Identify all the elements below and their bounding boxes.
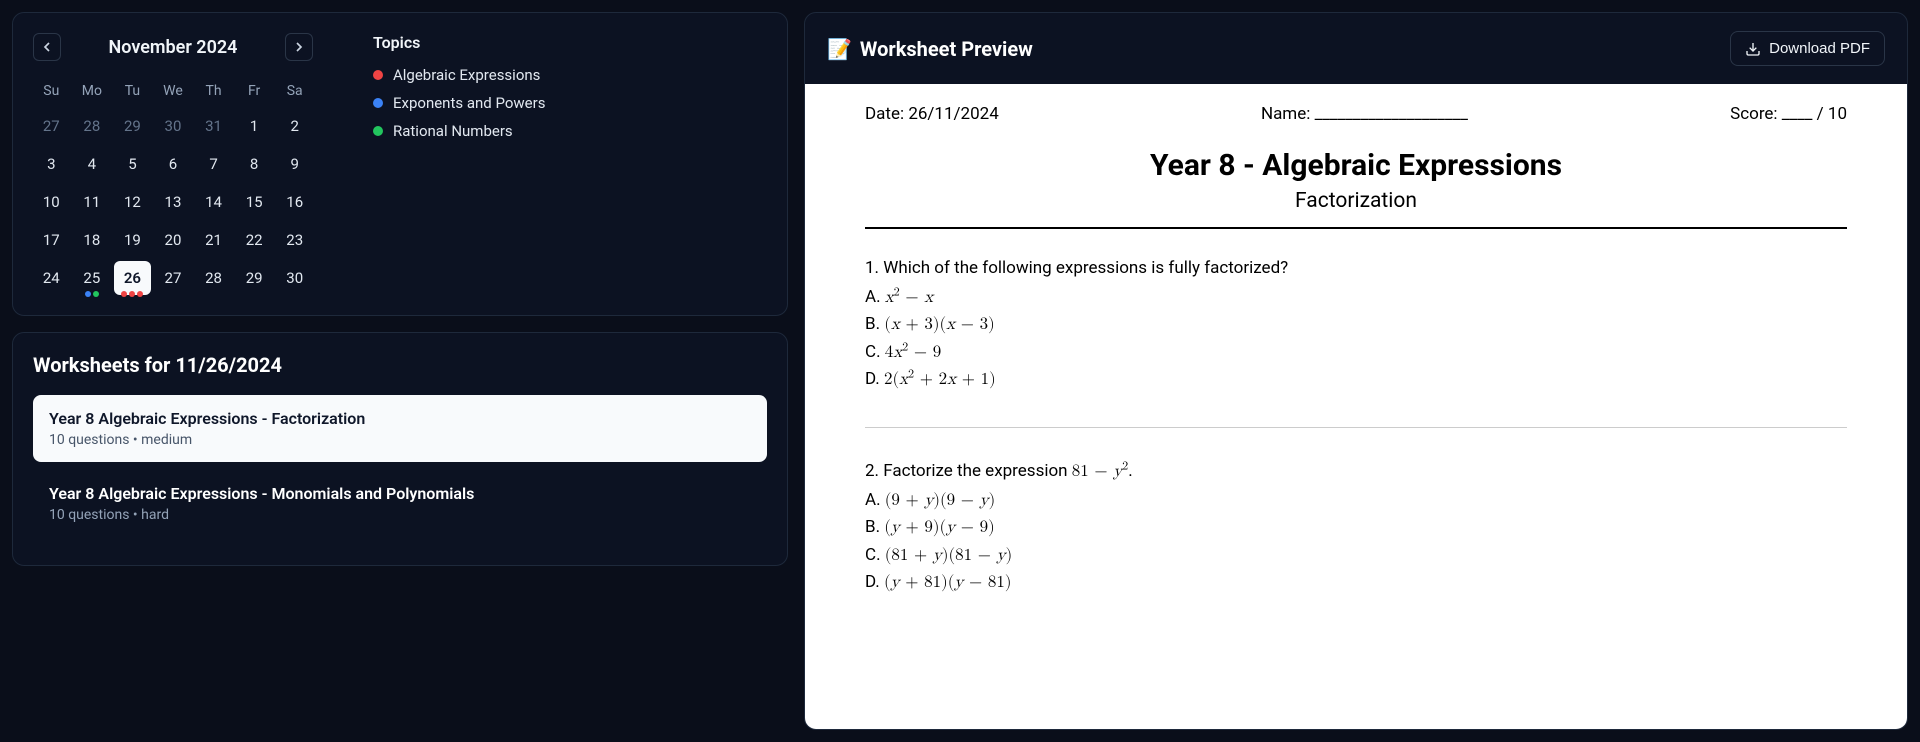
calendar-day-prev-month[interactable]: 27	[33, 109, 70, 143]
calendar-day[interactable]: 22	[236, 223, 273, 257]
calendar-day[interactable]: 15	[236, 185, 273, 219]
calendar-day[interactable]: 7	[195, 147, 232, 181]
calendar-day[interactable]: 4	[74, 147, 111, 181]
calendar-dow: Sa	[276, 77, 313, 105]
calendar-dow: Tu	[114, 77, 151, 105]
preview-document[interactable]: Date: 26/11/2024 Name: _________________…	[805, 84, 1907, 729]
calendar-day[interactable]: 11	[74, 185, 111, 219]
calendar-dow: Su	[33, 77, 70, 105]
download-label: Download PDF	[1769, 40, 1870, 57]
worksheet-title: Year 8 Algebraic Expressions - Factoriza…	[49, 409, 751, 428]
calendar-day[interactable]: 8	[236, 147, 273, 181]
calendar-event-dot	[121, 291, 127, 297]
calendar-day-prev-month[interactable]: 28	[74, 109, 111, 143]
topics-heading: Topics	[373, 33, 545, 52]
topics-list: Topics Algebraic Expressions Exponents an…	[373, 33, 545, 295]
worksheet-icon: 📝	[827, 37, 852, 61]
calendar-day[interactable]: 14	[195, 185, 232, 219]
question-option: B. (y + 9)(y − 9)	[865, 514, 1847, 541]
topic-label: Rational Numbers	[393, 122, 513, 140]
topic-color-dot	[373, 98, 383, 108]
calendar-dow: Th	[195, 77, 232, 105]
topic-label: Algebraic Expressions	[393, 66, 540, 84]
calendar-day[interactable]: 27	[155, 261, 192, 295]
calendar-day[interactable]: 20	[155, 223, 192, 257]
calendar-day[interactable]: 9	[276, 147, 313, 181]
download-pdf-button[interactable]: Download PDF	[1730, 31, 1885, 66]
doc-score: Score: ____ / 10	[1730, 104, 1847, 124]
calendar-event-dot	[85, 291, 91, 297]
worksheet-item[interactable]: Year 8 Algebraic Expressions - Monomials…	[33, 470, 767, 537]
calendar-day[interactable]: 30	[276, 261, 313, 295]
worksheet-title: Year 8 Algebraic Expressions - Monomials…	[49, 484, 751, 503]
chevron-right-icon	[291, 39, 307, 55]
doc-title: Year 8 - Algebraic Expressions	[865, 148, 1847, 183]
calendar: November 2024 SuMoTuWeThFrSa272829303112…	[33, 33, 313, 295]
calendar-event-dot	[137, 291, 143, 297]
worksheets-heading: Worksheets for 11/26/2024	[33, 353, 767, 377]
calendar-day[interactable]: 28	[195, 261, 232, 295]
calendar-day[interactable]: 5	[114, 147, 151, 181]
doc-name-field: Name: ____________________	[1261, 104, 1468, 124]
question-text: 1. Which of the following expressions is…	[865, 255, 1847, 282]
calendar-day[interactable]: 17	[33, 223, 70, 257]
calendar-day[interactable]: 16	[276, 185, 313, 219]
topic-color-dot	[373, 126, 383, 136]
worksheet-meta: 10 questions • hard	[49, 507, 751, 523]
calendar-day[interactable]: 13	[155, 185, 192, 219]
question-divider	[865, 427, 1847, 428]
topic-item[interactable]: Exponents and Powers	[373, 94, 545, 112]
worksheet-meta: 10 questions • medium	[49, 432, 751, 448]
calendar-prev-button[interactable]	[33, 33, 61, 61]
download-icon	[1745, 41, 1761, 57]
question-option: A. x2 − x	[865, 284, 1847, 311]
topic-label: Exponents and Powers	[393, 94, 545, 112]
question: 1. Which of the following expressions is…	[865, 255, 1847, 393]
calendar-title: November 2024	[109, 37, 238, 58]
calendar-day[interactable]: 1	[236, 109, 273, 143]
topic-item[interactable]: Algebraic Expressions	[373, 66, 545, 84]
question-option: C. (81 + y)(81 − y)	[865, 542, 1847, 569]
topic-color-dot	[373, 70, 383, 80]
preview-title-text: Worksheet Preview	[860, 37, 1033, 61]
question-option: D. 2(x2 + 2x + 1)	[865, 366, 1847, 393]
question-option: B. (x + 3)(x − 3)	[865, 311, 1847, 338]
question-option: D. (y + 81)(y − 81)	[865, 569, 1847, 596]
calendar-day[interactable]: 25	[74, 261, 111, 295]
calendar-day[interactable]: 10	[33, 185, 70, 219]
calendar-day[interactable]: 12	[114, 185, 151, 219]
calendar-day[interactable]: 24	[33, 261, 70, 295]
calendar-event-dot	[93, 291, 99, 297]
calendar-day-prev-month[interactable]: 29	[114, 109, 151, 143]
calendar-day[interactable]: 26	[114, 261, 151, 295]
calendar-day[interactable]: 21	[195, 223, 232, 257]
question-option: A. (9 + y)(9 − y)	[865, 487, 1847, 514]
calendar-dow: Fr	[236, 77, 273, 105]
question-option: C. 4x2 − 9	[865, 339, 1847, 366]
calendar-event-dot	[129, 291, 135, 297]
doc-divider	[865, 227, 1847, 229]
preview-title: 📝 Worksheet Preview	[827, 37, 1033, 61]
calendar-day[interactable]: 2	[276, 109, 313, 143]
calendar-day[interactable]: 19	[114, 223, 151, 257]
topic-item[interactable]: Rational Numbers	[373, 122, 545, 140]
calendar-day-prev-month[interactable]: 30	[155, 109, 192, 143]
worksheets-panel: Worksheets for 11/26/2024 Year 8 Algebra…	[12, 332, 788, 566]
calendar-day-prev-month[interactable]: 31	[195, 109, 232, 143]
calendar-dow: We	[155, 77, 192, 105]
calendar-dow: Mo	[74, 77, 111, 105]
question: 2. Factorize the expression 81 − y2.A. (…	[865, 458, 1847, 596]
calendar-day[interactable]: 18	[74, 223, 111, 257]
calendar-next-button[interactable]	[285, 33, 313, 61]
chevron-left-icon	[39, 39, 55, 55]
calendar-day[interactable]: 3	[33, 147, 70, 181]
calendar-day[interactable]: 6	[155, 147, 192, 181]
doc-subtitle: Factorization	[865, 189, 1847, 213]
preview-panel: 📝 Worksheet Preview Download PDF Date: 2…	[804, 12, 1908, 730]
question-text: 2. Factorize the expression 81 − y2.	[865, 458, 1847, 485]
doc-date: Date: 26/11/2024	[865, 104, 999, 124]
calendar-day[interactable]: 23	[276, 223, 313, 257]
calendar-day[interactable]: 29	[236, 261, 273, 295]
worksheet-item[interactable]: Year 8 Algebraic Expressions - Factoriza…	[33, 395, 767, 462]
